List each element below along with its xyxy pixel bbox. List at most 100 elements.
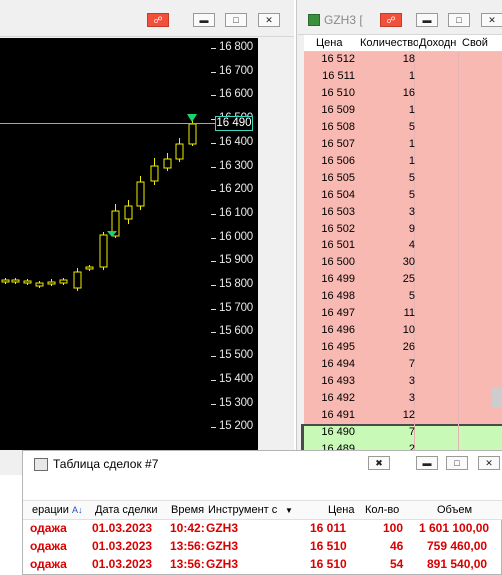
axis-price-label: 16 800 xyxy=(219,41,253,53)
price-cell: 16 501 xyxy=(321,239,355,252)
axis-price-label: 15 800 xyxy=(219,278,253,290)
ask-row[interactable]: 16 491 12 xyxy=(304,408,502,424)
candle-body xyxy=(175,143,184,160)
bid-row[interactable]: 16 490 7 xyxy=(304,425,502,441)
axis-tick xyxy=(211,237,216,239)
axis-tick xyxy=(211,190,216,192)
table-row[interactable]: одажа 01.03.2023 13:56: GZH3 16 510 46 7… xyxy=(22,538,502,555)
axis-price-label: 15 700 xyxy=(219,301,253,314)
axis-price-label: 15 500 xyxy=(219,349,253,362)
unlink-icon[interactable]: ✖ xyxy=(368,456,390,470)
price-cell: 16 498 xyxy=(321,290,355,303)
maximize-button[interactable]: □ xyxy=(448,13,470,27)
price-cell: 16 496 xyxy=(321,324,355,337)
close-button[interactable]: ✕ xyxy=(481,13,502,27)
axis-tick xyxy=(211,332,216,334)
ask-row[interactable]: 16 502 9 xyxy=(304,222,502,238)
col-own[interactable]: Свой xyxy=(462,35,502,51)
qty-cell: 5 xyxy=(408,290,415,303)
maximize-button[interactable]: □ xyxy=(225,13,247,27)
cell-volume: 1 601 100,00 xyxy=(419,521,490,535)
ask-row[interactable]: 16 509 1 xyxy=(304,103,502,119)
col-time[interactable]: Время xyxy=(171,504,204,516)
col-price[interactable]: Цена xyxy=(316,35,342,51)
table-row[interactable]: одажа 01.03.2023 10:42: GZH3 16 011 100 … xyxy=(22,520,502,537)
col-price[interactable]: Цена xyxy=(328,504,354,516)
cell-operation: одажа xyxy=(30,521,67,535)
price-cell: 16 508 xyxy=(321,120,355,133)
cell-price: 16 510 xyxy=(310,557,347,571)
current-price-line xyxy=(0,123,215,124)
cell-date: 01.03.2023 xyxy=(92,521,153,535)
ask-row[interactable]: 16 493 3 xyxy=(304,374,502,390)
link-icon[interactable]: ☍ xyxy=(380,13,402,27)
axis-tick xyxy=(211,308,216,310)
col-volume[interactable]: Объем xyxy=(437,504,472,516)
ask-row[interactable]: 16 508 5 xyxy=(304,120,502,136)
price-cell: 16 493 xyxy=(321,375,355,388)
axis-tick xyxy=(211,213,216,215)
ask-row[interactable]: 16 512 18 xyxy=(304,52,502,68)
ask-row[interactable]: 16 499 25 xyxy=(304,272,502,288)
axis-price-label: 15 200 xyxy=(219,420,253,433)
ask-row[interactable]: 16 497 11 xyxy=(304,306,502,322)
table-row[interactable]: одажа 01.03.2023 13:56: GZH3 16 510 54 8… xyxy=(22,556,502,573)
col-qty[interactable]: Количество xyxy=(360,35,418,51)
close-button[interactable]: ✕ xyxy=(258,13,280,27)
cell-date: 01.03.2023 xyxy=(92,539,153,553)
ask-row[interactable]: 16 494 7 xyxy=(304,357,502,373)
ask-row[interactable]: 16 511 1 xyxy=(304,69,502,85)
candle-body xyxy=(73,271,82,289)
ask-row[interactable]: 16 496 10 xyxy=(304,323,502,339)
axis-price-label: 15 300 xyxy=(219,396,253,409)
ask-row[interactable]: 16 504 5 xyxy=(304,188,502,204)
maximize-button[interactable]: □ xyxy=(446,456,468,470)
qty-cell: 25 xyxy=(402,273,415,286)
link-icon[interactable]: ☍ xyxy=(147,13,169,27)
axis-tick xyxy=(211,142,216,144)
sort-az-icon[interactable]: A↓ xyxy=(72,505,83,515)
qty-cell: 26 xyxy=(402,341,415,354)
axis-price-label: 16 600 xyxy=(219,88,253,101)
price-cell: 16 497 xyxy=(321,307,355,320)
qty-cell: 4 xyxy=(408,239,415,252)
cell-volume: 891 540,00 xyxy=(427,557,488,571)
qty-cell: 5 xyxy=(408,171,415,184)
ask-row[interactable]: 16 498 5 xyxy=(304,289,502,305)
price-cell: 16 490 xyxy=(321,425,355,438)
ask-row[interactable]: 16 500 30 xyxy=(304,255,502,271)
ask-row[interactable]: 16 510 16 xyxy=(304,86,502,102)
ask-row[interactable]: 16 503 3 xyxy=(304,205,502,221)
minimize-button[interactable]: ▬ xyxy=(416,13,438,27)
cell-volume: 759 460,00 xyxy=(427,539,488,553)
col-yield[interactable]: Доходн xyxy=(419,35,462,51)
ask-row[interactable]: 16 492 3 xyxy=(304,391,502,407)
price-cell: 16 503 xyxy=(321,205,355,218)
price-cell: 16 507 xyxy=(321,137,355,150)
orderbook-app-icon xyxy=(308,14,320,26)
price-cell: 16 510 xyxy=(321,86,355,99)
axis-tick xyxy=(211,379,216,381)
ask-row[interactable]: 16 501 4 xyxy=(304,238,502,254)
sort-desc-icon[interactable]: ▼ xyxy=(285,506,293,515)
col-instrument[interactable]: Инструмент с xyxy=(208,504,277,516)
minimize-button[interactable]: ▬ xyxy=(193,13,215,27)
candle-body xyxy=(35,282,44,287)
col-operation[interactable]: ерации xyxy=(32,504,69,516)
ask-row[interactable]: 16 505 5 xyxy=(304,171,502,187)
qty-cell: 3 xyxy=(408,392,415,404)
axis-price-label: 16 000 xyxy=(219,230,253,243)
ask-row[interactable]: 16 506 1 xyxy=(304,154,502,170)
col-qty[interactable]: Кол-во xyxy=(365,504,399,516)
col-date[interactable]: Дата сделки xyxy=(95,504,157,516)
price-cell: 16 511 xyxy=(322,69,355,82)
axis-tick xyxy=(211,403,216,405)
qty-cell: 5 xyxy=(408,120,415,133)
ask-row[interactable]: 16 507 1 xyxy=(304,137,502,153)
trades-title: Таблица сделок #7 xyxy=(53,457,159,471)
ask-row[interactable]: 16 495 26 xyxy=(304,340,502,356)
close-button[interactable]: ✕ xyxy=(478,456,500,470)
minimize-button[interactable]: ▬ xyxy=(416,456,438,470)
candle-body xyxy=(1,279,10,283)
qty-cell: 7 xyxy=(408,358,415,371)
